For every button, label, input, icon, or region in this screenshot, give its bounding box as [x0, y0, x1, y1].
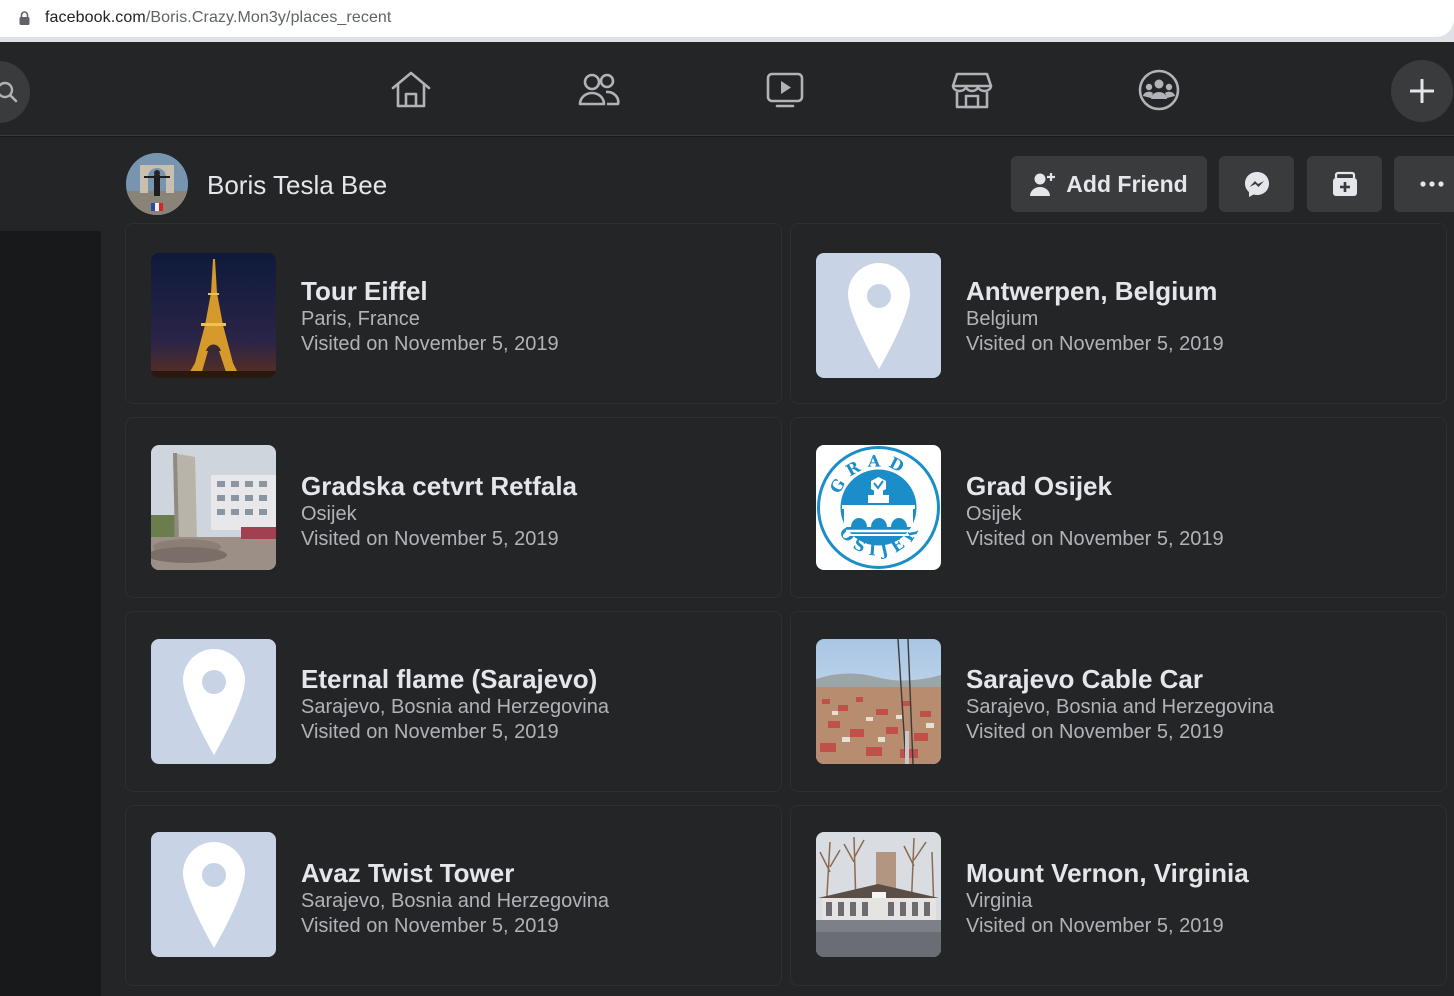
nav-groups[interactable] [1137, 68, 1181, 112]
place-thumbnail-placeholder[interactable] [816, 253, 941, 378]
top-navigation [0, 42, 1454, 136]
place-text: Eternal flame (Sarajevo) Sarajevo, Bosni… [301, 664, 609, 745]
place-visited-date: Visited on November 5, 2019 [966, 333, 1224, 355]
create-button[interactable] [1391, 60, 1453, 122]
map-pin-icon [182, 648, 245, 755]
profile-name[interactable]: Boris Tesla Bee [207, 170, 387, 201]
place-text: Sarajevo Cable Car Sarajevo, Bosnia and … [966, 664, 1274, 745]
url-domain: facebook.com [45, 9, 146, 26]
place-card[interactable]: Antwerpen, Belgium Belgium Visited on No… [790, 223, 1447, 404]
place-visited-date: Visited on November 5, 2019 [301, 528, 559, 550]
place-text: Antwerpen, Belgium Belgium Visited on No… [966, 276, 1224, 357]
message-button[interactable] [1219, 156, 1294, 212]
place-card[interactable]: Eternal flame (Sarajevo) Sarajevo, Bosni… [125, 611, 782, 792]
cable-car-photo[interactable] [816, 639, 941, 764]
messenger-icon [1244, 172, 1269, 197]
groups-icon [1138, 69, 1180, 111]
place-location: Osijek [301, 503, 357, 525]
place-name[interactable]: Antwerpen, Belgium [966, 276, 1224, 307]
marketplace-icon [951, 72, 993, 109]
add-friend-label: Add Friend [1066, 170, 1188, 197]
place-text: Grad Osijek Osijek Visited on November 5… [966, 471, 1224, 552]
avatar[interactable] [126, 153, 188, 215]
left-gutter [0, 231, 101, 996]
place-name[interactable]: Grad Osijek [966, 471, 1224, 502]
place-visited-date: Visited on November 5, 2019 [301, 915, 559, 937]
place-location: Osijek [966, 503, 1022, 525]
osijek-seal[interactable]: GRAD OSIJEK [816, 445, 941, 570]
follow-icon [1332, 171, 1357, 196]
map-pin-icon [847, 262, 910, 369]
place-visited-date: Visited on November 5, 2019 [966, 915, 1224, 937]
nav-marketplace[interactable] [950, 68, 994, 112]
url-field[interactable]: facebook.com/Boris.Crazy.Mon3y/places_re… [0, 0, 1454, 37]
place-name[interactable]: Avaz Twist Tower [301, 858, 609, 889]
search-icon [0, 81, 18, 103]
place-text: Mount Vernon, Virginia Virginia Visited … [966, 858, 1249, 939]
url-text[interactable]: facebook.com/Boris.Crazy.Mon3y/places_re… [45, 9, 391, 27]
plus-icon [1410, 79, 1434, 103]
place-visited-date: Visited on November 5, 2019 [301, 721, 559, 743]
place-name[interactable]: Tour Eiffel [301, 276, 559, 307]
place-visited-date: Visited on November 5, 2019 [966, 528, 1224, 550]
more-button[interactable] [1394, 156, 1454, 212]
place-card[interactable]: Sarajevo Cable Car Sarajevo, Bosnia and … [790, 611, 1447, 792]
nav-watch[interactable] [763, 68, 807, 112]
place-card[interactable]: GRAD OSIJEK Grad Osijek Osijek Visited o… [790, 417, 1447, 598]
mount-vernon-photo[interactable] [816, 832, 941, 957]
place-card[interactable]: Mount Vernon, Virginia Virginia Visited … [790, 805, 1447, 986]
place-text: Avaz Twist Tower Sarajevo, Bosnia and He… [301, 858, 609, 939]
place-card[interactable]: Gradska cetvrt Retfala Osijek Visited on… [125, 417, 782, 598]
add-friend-button[interactable]: Add Friend [1011, 156, 1207, 212]
nav-friends[interactable] [577, 68, 621, 112]
place-name[interactable]: Mount Vernon, Virginia [966, 858, 1249, 889]
place-thumbnail-placeholder[interactable] [151, 832, 276, 957]
place-text: Gradska cetvrt Retfala Osijek Visited on… [301, 471, 577, 552]
place-location: Sarajevo, Bosnia and Herzegovina [301, 696, 609, 718]
nav-home[interactable] [389, 68, 433, 112]
place-name[interactable]: Gradska cetvrt Retfala [301, 471, 577, 502]
place-location: Belgium [966, 308, 1039, 330]
browser-address-bar: facebook.com/Boris.Crazy.Mon3y/places_re… [0, 0, 1454, 42]
place-location: Paris, France [301, 308, 420, 330]
place-card[interactable]: Avaz Twist Tower Sarajevo, Bosnia and He… [125, 805, 782, 986]
add-person-icon [1030, 173, 1056, 196]
watch-icon [766, 72, 804, 108]
eiffel-photo[interactable] [151, 253, 276, 378]
retfala-photo[interactable] [151, 445, 276, 570]
place-name[interactable]: Eternal flame (Sarajevo) [301, 664, 609, 695]
place-visited-date: Visited on November 5, 2019 [301, 333, 559, 355]
place-name[interactable]: Sarajevo Cable Car [966, 664, 1274, 695]
place-location: Sarajevo, Bosnia and Herzegovina [301, 890, 609, 912]
map-pin-icon [182, 841, 245, 948]
friends-icon [578, 73, 620, 106]
place-visited-date: Visited on November 5, 2019 [966, 721, 1224, 743]
home-icon [391, 71, 431, 108]
place-location: Sarajevo, Bosnia and Herzegovina [966, 696, 1274, 718]
lock-icon [19, 11, 30, 30]
place-thumbnail-placeholder[interactable] [151, 639, 276, 764]
places-panel: Tour Eiffel Paris, France Visited on Nov… [101, 223, 1454, 996]
place-card[interactable]: Tour Eiffel Paris, France Visited on Nov… [125, 223, 782, 404]
place-location: Virginia [966, 890, 1033, 912]
place-text: Tour Eiffel Paris, France Visited on Nov… [301, 276, 559, 357]
search-button[interactable] [0, 61, 30, 123]
more-dots-icon [1420, 181, 1444, 187]
url-path: /Boris.Crazy.Mon3y/places_recent [145, 9, 392, 26]
follow-button[interactable] [1307, 156, 1382, 212]
profile-header: Boris Tesla Bee Add Friend [0, 137, 1454, 231]
